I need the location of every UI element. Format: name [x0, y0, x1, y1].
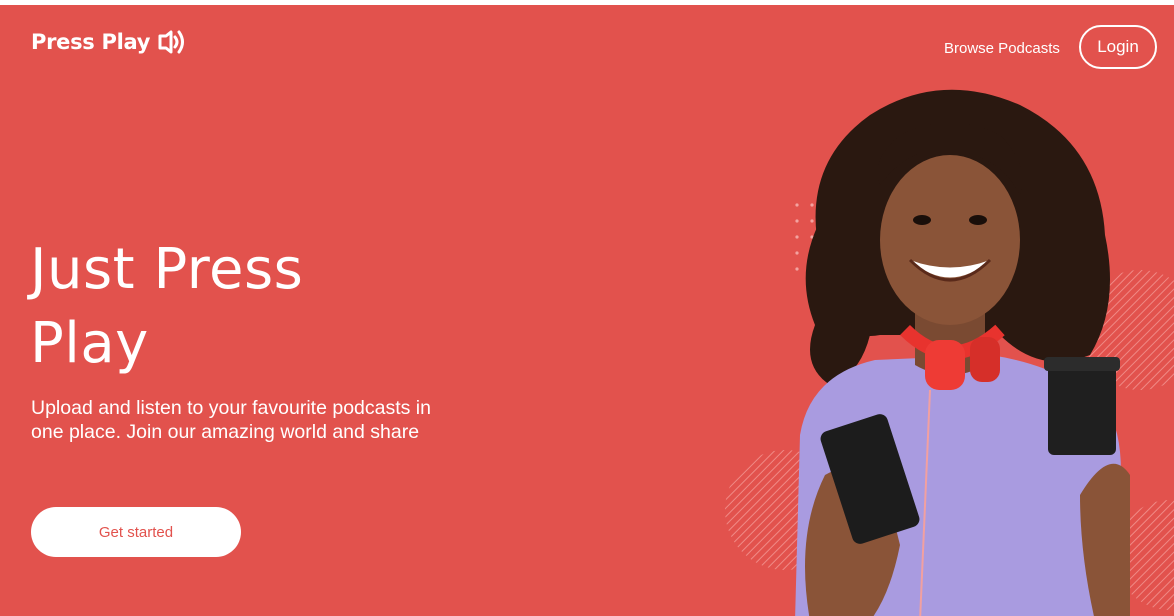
hero-headline: Just Press Play	[30, 237, 304, 376]
headphone-cup-right	[970, 337, 1000, 382]
brand-name: Press Play	[31, 30, 151, 54]
person-image	[795, 89, 1130, 616]
get-started-button[interactable]: Get started	[31, 507, 241, 557]
hero-subtitle: Upload and listen to your favourite podc…	[31, 397, 431, 443]
hero-illustration	[725, 89, 1174, 616]
headphone-cup-left	[925, 340, 965, 390]
login-button[interactable]: Login	[1079, 25, 1157, 69]
coffee-cup	[1048, 363, 1116, 455]
brand-logo[interactable]: Press Play	[31, 25, 190, 59]
browse-podcasts-link[interactable]: Browse Podcasts	[944, 40, 1060, 57]
sound-waves-icon	[158, 30, 185, 54]
hero-section: Press Play Browse Podcasts Login Just Pr…	[0, 5, 1174, 616]
